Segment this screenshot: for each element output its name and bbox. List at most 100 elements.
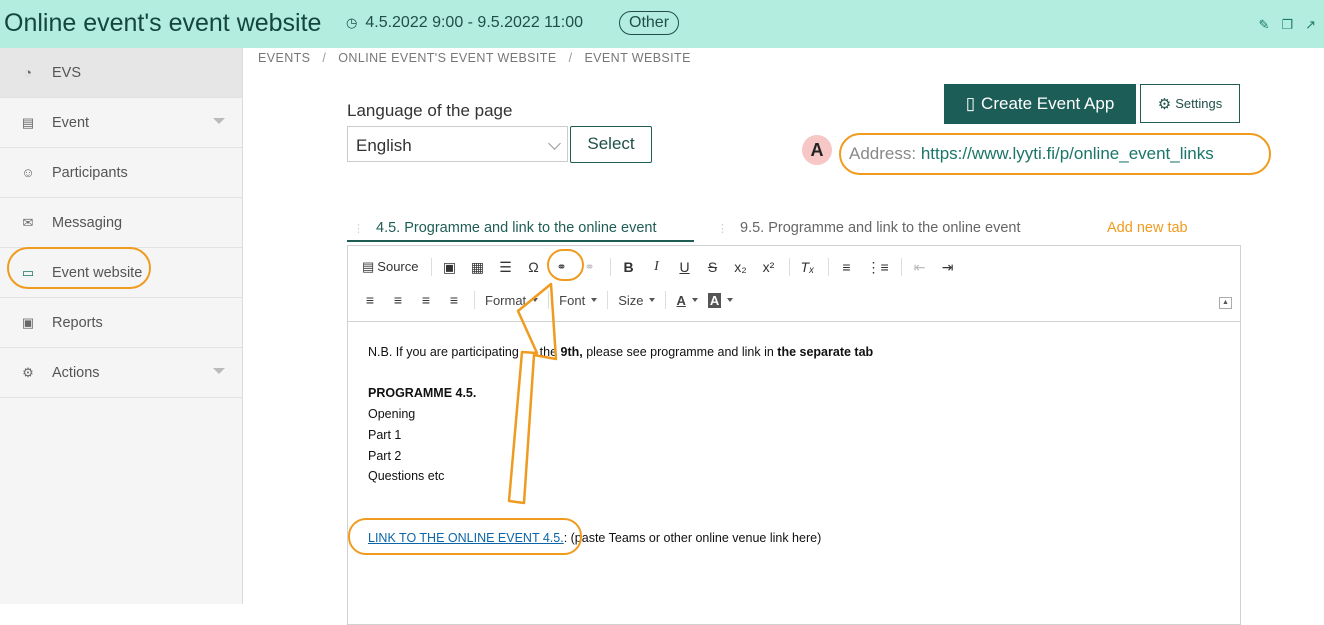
- toolbar-separator: [607, 291, 609, 309]
- bulleted-list-icon[interactable]: ⋮≡: [867, 258, 889, 276]
- collapse-toolbar-icon[interactable]: ▲: [1219, 297, 1232, 309]
- copy-icon[interactable]: ❐: [1281, 17, 1293, 33]
- indent-icon[interactable]: ⇥: [940, 258, 956, 276]
- language-select-value: English: [356, 136, 412, 155]
- breadcrumb-item: EVENT WEBSITE: [584, 51, 691, 65]
- sidebar-item-label: Event: [52, 114, 90, 131]
- sidebar-item-messaging[interactable]: ✉ Messaging: [0, 198, 242, 248]
- table-icon[interactable]: ▦: [470, 258, 486, 276]
- format-label: Format: [485, 292, 527, 308]
- chevron-down-icon: [691, 298, 698, 302]
- chevron-down-icon: [532, 298, 539, 302]
- align-center-icon[interactable]: ≡: [390, 291, 406, 309]
- tab-label: 4.5. Programme and link to the online ev…: [376, 220, 657, 236]
- drag-handle-icon[interactable]: ⋮: [353, 223, 364, 235]
- sidebar-item-label: Actions: [52, 364, 100, 381]
- numbered-list-icon[interactable]: ≡: [839, 258, 855, 276]
- select-language-button[interactable]: Select: [570, 126, 652, 163]
- create-event-app-label: Create Event App: [981, 94, 1115, 113]
- toolbar-separator: [430, 258, 432, 276]
- subscript-icon[interactable]: x₂: [733, 258, 749, 276]
- create-event-app-button[interactable]: ▯ Create Event App: [944, 84, 1136, 124]
- text-color-button[interactable]: A: [676, 292, 698, 308]
- sidebar-item-evs[interactable]: ◔ EVS: [0, 48, 242, 98]
- breadcrumb-item[interactable]: ONLINE EVENT'S EVENT WEBSITE: [338, 51, 556, 65]
- outdent-icon[interactable]: ⇤: [912, 258, 928, 276]
- toolbar-separator: [788, 258, 790, 276]
- chevron-down-icon: [591, 298, 598, 302]
- horizontal-line-icon[interactable]: ☰: [498, 258, 514, 276]
- mail-icon: ✉: [22, 214, 34, 230]
- address-url-link[interactable]: https://www.lyyti.fi/p/online_event_link…: [921, 144, 1214, 163]
- report-icon: ▣: [21, 314, 35, 330]
- unlink-icon[interactable]: ⚭: [582, 258, 598, 276]
- people-icon: ☺: [21, 165, 35, 180]
- format-dropdown[interactable]: Format: [485, 292, 539, 308]
- align-left-icon[interactable]: ≡: [362, 291, 378, 309]
- tab-9-5-programme[interactable]: ⋮ 9.5. Programme and link to the online e…: [717, 220, 1021, 236]
- active-tab-underline: [347, 240, 694, 242]
- strikethrough-icon[interactable]: S: [705, 258, 721, 276]
- justify-icon[interactable]: ≡: [446, 291, 462, 309]
- nb-text: on: [518, 345, 540, 359]
- special-char-icon[interactable]: Ω: [526, 258, 542, 276]
- link-button-annotation-circle: [547, 249, 584, 281]
- top-header: Online event's event website ◷ 4.5.2022 …: [0, 0, 1324, 48]
- nb-bold-text: the separate tab: [777, 345, 874, 359]
- edit-icon[interactable]: ✎: [1259, 17, 1270, 33]
- gear-icon: ⚙: [22, 364, 34, 380]
- align-right-icon[interactable]: ≡: [418, 291, 434, 309]
- calendar-icon: ▤: [21, 114, 35, 130]
- bold-icon[interactable]: B: [621, 258, 637, 276]
- sidebar-item-event[interactable]: ▤ Event: [0, 98, 242, 148]
- source-icon: ▤: [362, 259, 375, 274]
- size-dropdown[interactable]: Size: [618, 293, 656, 308]
- language-select[interactable]: English: [347, 126, 568, 162]
- sidebar-item-participants[interactable]: ☺ Participants: [0, 148, 242, 198]
- programme-heading-text: PROGRAMME 4.5.: [368, 386, 477, 401]
- image-icon[interactable]: ▣: [442, 258, 458, 276]
- event-date-text: 4.5.2022 9:00 - 9.5.2022 11:00: [365, 14, 584, 31]
- sidebar-item-actions[interactable]: ⚙ Actions: [0, 348, 242, 398]
- drag-handle-icon[interactable]: ⋮: [717, 223, 728, 235]
- text-color-icon: A: [676, 292, 686, 308]
- underline-icon[interactable]: U: [677, 258, 693, 276]
- font-dropdown[interactable]: Font: [559, 292, 598, 308]
- chevron-down-icon[interactable]: [213, 368, 225, 374]
- programme-line: Part 1: [368, 427, 402, 442]
- source-button[interactable]: ▤ Source: [362, 258, 419, 276]
- chevron-down-icon[interactable]: [213, 118, 225, 124]
- tab-label: 9.5. Programme and link to the online ev…: [740, 220, 1021, 236]
- external-link-icon[interactable]: ↗: [1305, 17, 1316, 33]
- sidebar-item-label: Participants: [52, 164, 128, 181]
- page-title: Online event's event website: [4, 9, 322, 37]
- toolbar-separator: [609, 258, 611, 276]
- settings-button[interactable]: ⚙ Settings: [1140, 84, 1240, 123]
- breadcrumb-separator: /: [322, 51, 327, 65]
- font-label: Font: [559, 292, 586, 308]
- address-annotation-circle: Address: https://www.lyyti.fi/p/online_e…: [839, 133, 1271, 175]
- link-text-annotation-circle: [348, 518, 582, 555]
- add-new-tab-button[interactable]: Add new tab: [1107, 220, 1188, 236]
- rich-text-editor: ▤ Source ▣ ▦ ☰ Ω ⚭ ⚭ B I U S x₂ x² Tₓ ≡ ⋮…: [347, 245, 1241, 625]
- programme-line: Questions etc: [368, 469, 445, 484]
- breadcrumb-item[interactable]: EVENTS: [258, 51, 310, 65]
- sidebar-item-label: EVS: [52, 64, 82, 81]
- editor-toolbar: ▤ Source ▣ ▦ ☰ Ω ⚭ ⚭ B I U S x₂ x² Tₓ ≡ ⋮…: [348, 246, 1240, 322]
- superscript-icon[interactable]: x²: [761, 258, 777, 276]
- content-tabs: ⋮ 4.5. Programme and link to the online e…: [347, 215, 1241, 243]
- background-color-button[interactable]: A: [707, 292, 734, 308]
- annotation-marker-a: A: [802, 135, 832, 165]
- tab-4-5-programme[interactable]: ⋮ 4.5. Programme and link to the online e…: [353, 220, 657, 236]
- event-type-badge: Other: [619, 11, 680, 35]
- sidebar-item-reports[interactable]: ▣ Reports: [0, 298, 242, 348]
- toolbar-separator: [548, 291, 550, 309]
- toolbar-separator: [665, 291, 667, 309]
- remove-format-icon[interactable]: Tₓ: [800, 258, 816, 276]
- italic-icon[interactable]: I: [649, 258, 665, 276]
- phone-icon: ▯: [965, 94, 976, 113]
- background-color-icon: A: [707, 292, 722, 308]
- toolbar-separator: [474, 291, 475, 309]
